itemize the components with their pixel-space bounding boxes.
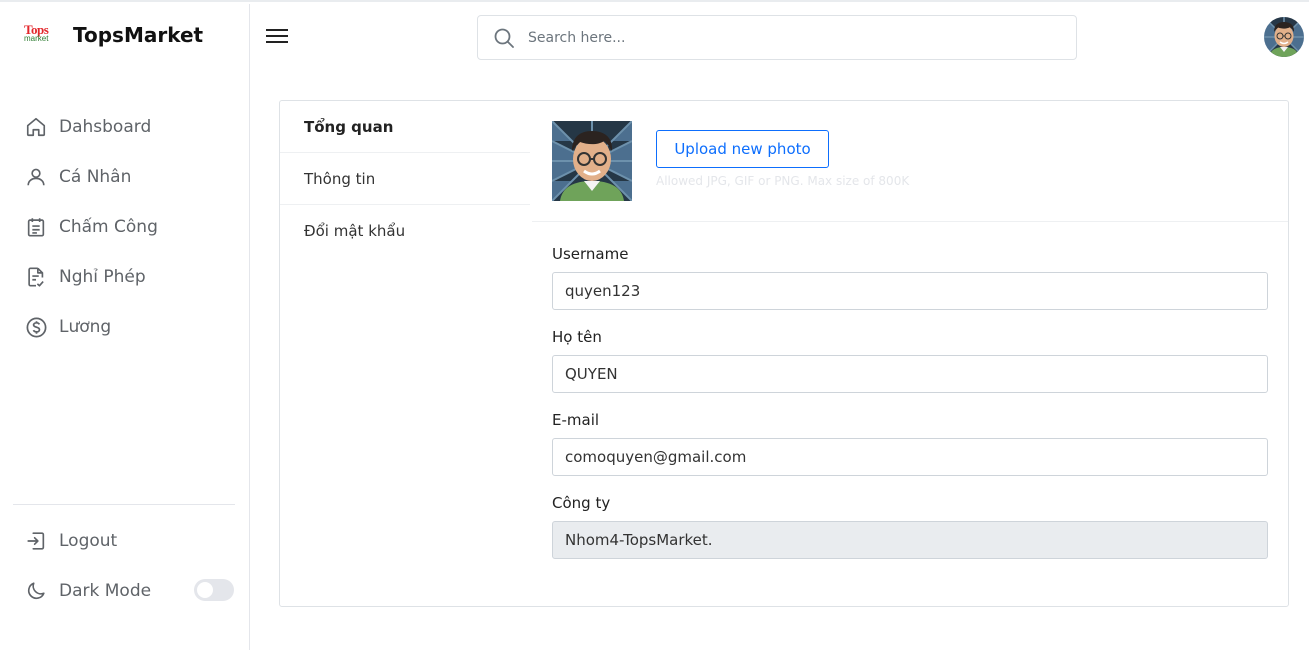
dark-mode-label: Dark Mode <box>59 581 152 601</box>
brand[interactable]: Tops market TopsMarket <box>24 22 203 47</box>
sidebar-item-luong[interactable]: Lương <box>24 302 158 352</box>
sidebar-item-label: Nghỉ Phép <box>59 267 146 287</box>
company-label: Công ty <box>552 494 611 512</box>
sidebar-item-ca-nhan[interactable]: Cá Nhân <box>24 152 158 202</box>
profile-form: Username Họ tên E-mail Công ty <box>552 241 1268 573</box>
sidebar-item-label: Lương <box>59 317 112 337</box>
company-field-group: Công ty <box>552 490 1268 559</box>
sidebar-item-label: Dahsboard <box>59 117 152 137</box>
company-input <box>552 521 1268 559</box>
fullname-field-group: Họ tên <box>552 324 1268 393</box>
logout-icon <box>24 529 48 553</box>
tab-tong-quan[interactable]: Tổng quan <box>280 101 530 153</box>
app-frame: Tops market TopsMarket Dahsboard Cá Nhân <box>0 0 1309 650</box>
toggle-knob <box>197 582 213 598</box>
hamburger-icon <box>266 29 288 31</box>
profile-photo-image <box>552 121 632 201</box>
upload-hint: Allowed JPG, GIF or PNG. Max size of 800… <box>656 174 910 188</box>
sidebar-item-cham-cong[interactable]: Chấm Công <box>24 202 158 252</box>
menu-toggle-button[interactable] <box>265 27 289 45</box>
fullname-input[interactable] <box>552 355 1268 393</box>
tops-logo: Tops market <box>24 22 49 43</box>
sidebar-bottom-menu: Logout Dark Mode <box>24 516 234 616</box>
upload-photo-button[interactable]: Upload new photo <box>656 130 829 168</box>
user-icon <box>24 165 48 189</box>
sidebar-item-dashboard[interactable]: Dahsboard <box>24 102 158 152</box>
tab-thong-tin[interactable]: Thông tin <box>280 153 530 205</box>
profile-photo <box>552 121 632 201</box>
dark-mode-row[interactable]: Dark Mode <box>24 566 234 616</box>
sidebar-menu: Dahsboard Cá Nhân Chấm Công Nghỉ Phép Lư… <box>24 102 158 352</box>
avatar[interactable] <box>1264 17 1304 57</box>
username-label: Username <box>552 245 629 263</box>
moon-icon <box>24 579 48 603</box>
username-input[interactable] <box>552 272 1268 310</box>
logout-button[interactable]: Logout <box>24 516 234 566</box>
email-field-group: E-mail <box>552 407 1268 476</box>
dark-mode-toggle[interactable] <box>194 579 234 601</box>
calendar-icon <box>24 215 48 239</box>
fullname-label: Họ tên <box>552 328 602 346</box>
logout-label: Logout <box>59 531 118 551</box>
username-field-group: Username <box>552 241 1268 310</box>
profile-card: Tổng quan Thông tin Đổi mật khẩu Upload … <box>279 100 1289 607</box>
brand-name: TopsMarket <box>73 23 204 47</box>
search-input[interactable] <box>528 29 1048 46</box>
dollar-icon <box>24 315 48 339</box>
avatar-image <box>1264 17 1304 57</box>
tab-doi-mat-khau[interactable]: Đổi mật khẩu <box>280 205 530 257</box>
profile-tabs: Tổng quan Thông tin Đổi mật khẩu <box>280 101 530 257</box>
search-icon <box>494 28 514 48</box>
home-icon <box>24 115 48 139</box>
photo-section: Upload new photo Allowed JPG, GIF or PNG… <box>532 101 1288 222</box>
sidebar-divider <box>13 504 235 505</box>
document-icon <box>24 265 48 289</box>
sidebar-item-label: Chấm Công <box>59 217 158 237</box>
search-box <box>477 15 1077 60</box>
sidebar-item-label: Cá Nhân <box>59 167 132 187</box>
sidebar-item-nghi-phep[interactable]: Nghỉ Phép <box>24 252 158 302</box>
sidebar: Tops market TopsMarket Dahsboard Cá Nhân <box>0 4 250 650</box>
email-label: E-mail <box>552 411 600 429</box>
email-input[interactable] <box>552 438 1268 476</box>
